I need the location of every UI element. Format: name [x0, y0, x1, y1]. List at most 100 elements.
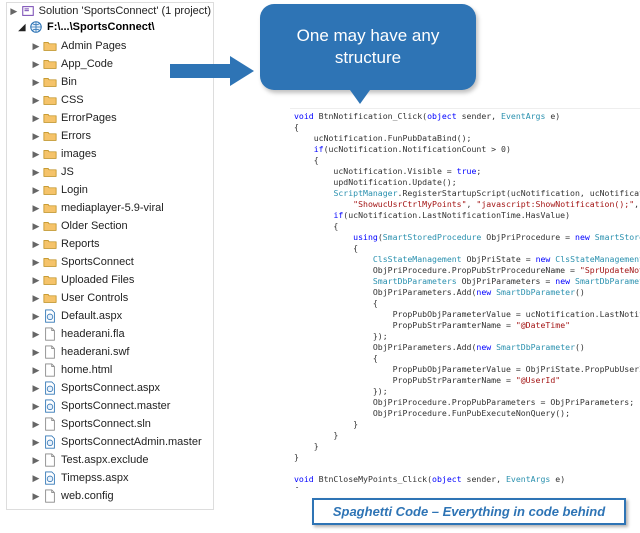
expand-icon[interactable]: ▶ [31, 77, 41, 87]
expand-icon[interactable]: ▶ [31, 149, 41, 159]
folder-icon [43, 129, 57, 143]
expand-icon[interactable]: ▶ [31, 113, 41, 123]
folder-icon [43, 201, 57, 215]
expand-icon[interactable]: ▶ [31, 455, 41, 465]
expand-icon[interactable]: ▶ [31, 185, 41, 195]
expand-icon[interactable]: ▶ [31, 95, 41, 105]
expand-icon[interactable]: ▶ [31, 131, 41, 141]
expand-icon[interactable]: ▶ [31, 473, 41, 483]
tree-item[interactable]: ▶Uploaded Files [7, 271, 213, 289]
folder-icon [43, 183, 57, 197]
expand-icon[interactable]: ▶ [9, 6, 19, 16]
expand-icon[interactable]: ▶ [31, 275, 41, 285]
folder-icon [43, 273, 57, 287]
solution-tree: ▶ Admin Pages ▶ App_Code ▶ Bin ▶ CSS ▶ ErrorPages… [7, 35, 213, 509]
file-icon [43, 327, 57, 341]
tree-item-label: SportsConnectAdmin.master [61, 434, 202, 450]
tree-item[interactable]: ▶ User Controls [7, 289, 213, 307]
globe-icon [29, 20, 43, 34]
tree-item[interactable]: ▶SportsConnect.master [7, 397, 213, 415]
tree-item-label: ErrorPages [61, 110, 117, 126]
aspx-icon [43, 471, 57, 485]
tree-item[interactable]: ▶ Older Section [7, 217, 213, 235]
tree-item[interactable]: ▶ ErrorPages [7, 109, 213, 127]
callout-box: One may have any structure [260, 4, 476, 90]
tree-item[interactable]: ▶ Default.aspx [7, 307, 213, 325]
tree-item[interactable]: ▶ headerani.swf [7, 343, 213, 361]
expand-icon[interactable]: ▶ [31, 383, 41, 393]
expand-icon[interactable]: ▶ [31, 59, 41, 69]
tree-item-label: web.config [61, 488, 114, 504]
arrow-annotation [170, 56, 260, 86]
tree-item[interactable]: ▶ web.config [7, 487, 213, 505]
tree-item[interactable]: ▶ Errors [7, 127, 213, 145]
expand-icon[interactable]: ▶ [31, 437, 41, 447]
file-icon [43, 417, 57, 431]
tree-item[interactable]: ▶ CSS [7, 91, 213, 109]
tree-item-label: Test.aspx.exclude [61, 452, 148, 468]
tree-item[interactable]: ▶ headerani.fla [7, 325, 213, 343]
expand-icon[interactable]: ▶ [31, 419, 41, 429]
tree-item-label: headerani.swf [61, 344, 130, 360]
tree-item[interactable]: ▶ SportsConnectAdmin.master [7, 433, 213, 451]
tree-item[interactable]: ▶ Test.aspx.exclude [7, 451, 213, 469]
expand-icon[interactable]: ▶ [31, 221, 41, 231]
project-path: F:\...\SportsConnect\ [47, 21, 155, 33]
solution-title: Solution 'SportsConnect' (1 project) [39, 5, 211, 17]
expand-icon[interactable]: ▶ [31, 239, 41, 249]
tree-item-label: headerani.fla [61, 326, 125, 342]
expand-icon[interactable]: ▶ [31, 347, 41, 357]
solution-icon [21, 4, 35, 18]
expand-icon[interactable]: ▶ [31, 365, 41, 375]
tree-item[interactable]: ▶home.html [7, 361, 213, 379]
folder-icon [43, 39, 57, 53]
tree-item[interactable]: ▶ SportsConnect.aspx [7, 379, 213, 397]
file-icon [43, 345, 57, 359]
expand-icon[interactable]: ▶ [31, 311, 41, 321]
folder-icon [43, 111, 57, 125]
tree-item-label: Default.aspx [61, 308, 122, 324]
tree-item-label: Older Section [61, 218, 128, 234]
tree-item-label: App_Code [61, 56, 113, 72]
expand-icon[interactable]: ▶ [31, 203, 41, 213]
file-icon [43, 489, 57, 503]
tree-item-label: Bin [61, 74, 77, 90]
folder-icon [43, 291, 57, 305]
aspx-icon [43, 435, 57, 449]
aspx-icon [43, 309, 57, 323]
solution-header[interactable]: ▶ Solution 'SportsConnect' (1 project) [7, 3, 213, 19]
expand-icon[interactable]: ▶ [31, 41, 41, 51]
tree-item-label: Admin Pages [61, 38, 126, 54]
tree-item-label: SportsConnect [61, 254, 134, 270]
tree-item[interactable]: ▶ images [7, 145, 213, 163]
tree-item[interactable]: ▶Reports [7, 235, 213, 253]
expand-icon[interactable]: ▶ [31, 293, 41, 303]
expand-icon[interactable]: ▶ [31, 401, 41, 411]
tree-item-label: Errors [61, 128, 91, 144]
expand-icon[interactable]: ▶ [31, 167, 41, 177]
tree-item-label: SportsConnect.aspx [61, 380, 160, 396]
tree-item-label: User Controls [61, 290, 128, 306]
tree-item[interactable]: ▶ Login [7, 181, 213, 199]
tree-item[interactable]: ▶ SportsConnect [7, 253, 213, 271]
tree-item-label: images [61, 146, 96, 162]
folder-icon [43, 255, 57, 269]
expand-icon[interactable]: ▶ [31, 491, 41, 501]
tree-item-label: JS [61, 164, 74, 180]
tree-item[interactable]: ▶ JS [7, 163, 213, 181]
spaghetti-code-label: Spaghetti Code – Everything in code behi… [312, 498, 626, 525]
expand-icon[interactable]: ▶ [31, 329, 41, 339]
tree-item-label: Login [61, 182, 88, 198]
tree-item[interactable]: ▶ Admin Pages [7, 37, 213, 55]
tree-item[interactable]: ▶ mediaplayer-5.9-viral [7, 199, 213, 217]
tree-item-label: mediaplayer-5.9-viral [61, 200, 164, 216]
tree-item[interactable]: ▶SportsConnect.sln [7, 415, 213, 433]
file-icon [43, 363, 57, 377]
folder-icon [43, 147, 57, 161]
expand-icon[interactable]: ◢ [17, 22, 27, 32]
folder-icon [43, 93, 57, 107]
expand-icon[interactable]: ▶ [31, 257, 41, 267]
tree-item[interactable]: ▶Timepss.aspx [7, 469, 213, 487]
tree-item-label: CSS [61, 92, 84, 108]
project-header[interactable]: ◢ F:\...\SportsConnect\ [7, 19, 213, 35]
